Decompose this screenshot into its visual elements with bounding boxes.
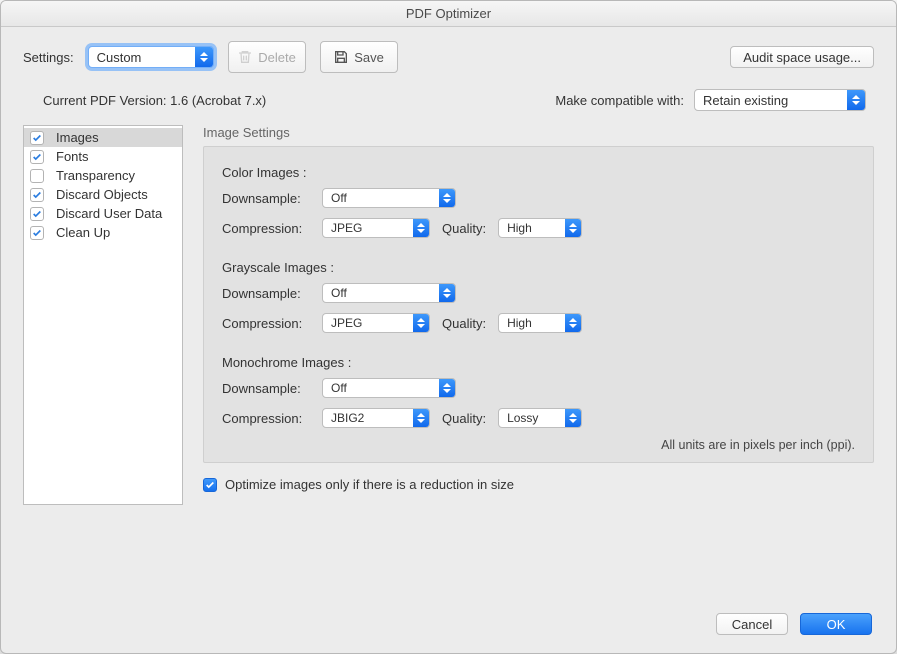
cancel-button[interactable]: Cancel bbox=[716, 613, 788, 635]
sidebar-checkbox[interactable] bbox=[30, 150, 44, 164]
downsample-label: Downsample: bbox=[222, 286, 310, 301]
quality-label: Quality: bbox=[442, 316, 486, 331]
mono-quality-select[interactable]: Lossy bbox=[498, 408, 582, 428]
settings-label: Settings: bbox=[23, 50, 74, 65]
sidebar-item-label: Fonts bbox=[56, 149, 89, 164]
delete-preset-button[interactable]: Delete bbox=[228, 41, 306, 73]
downsample-label: Downsample: bbox=[222, 191, 310, 206]
color-downsample-select[interactable]: Off bbox=[322, 188, 456, 208]
gray-quality-select[interactable]: High bbox=[498, 313, 582, 333]
image-settings-panel: Color Images : Downsample: Off Compressi… bbox=[203, 146, 874, 463]
sidebar-item-discard-user-data[interactable]: Discard User Data bbox=[24, 204, 182, 223]
chevrons-icon bbox=[565, 409, 581, 427]
sidebar-item-clean-up[interactable]: Clean Up bbox=[24, 223, 182, 242]
audit-space-usage-button[interactable]: Audit space usage... bbox=[730, 46, 874, 68]
panel-title: Image Settings bbox=[203, 125, 874, 140]
color-images-label: Color Images : bbox=[222, 165, 855, 180]
chevrons-icon bbox=[439, 379, 455, 397]
chevrons-icon bbox=[847, 90, 865, 110]
chevrons-icon bbox=[565, 219, 581, 237]
sidebar-checkbox[interactable] bbox=[30, 131, 44, 145]
grayscale-images-label: Grayscale Images : bbox=[222, 260, 855, 275]
color-quality-select[interactable]: High bbox=[498, 218, 582, 238]
mono-images-label: Monochrome Images : bbox=[222, 355, 855, 370]
optimize-reduction-label: Optimize images only if there is a reduc… bbox=[225, 477, 514, 492]
sidebar-item-label: Clean Up bbox=[56, 225, 110, 240]
floppy-icon bbox=[333, 49, 349, 65]
window-title: PDF Optimizer bbox=[1, 1, 896, 27]
sidebar-item-discard-objects[interactable]: Discard Objects bbox=[24, 185, 182, 204]
chevrons-icon bbox=[413, 314, 429, 332]
sidebar-checkbox[interactable] bbox=[30, 207, 44, 221]
color-compression-select[interactable]: JPEG bbox=[322, 218, 430, 238]
sidebar-item-label: Transparency bbox=[56, 168, 135, 183]
chevrons-icon bbox=[195, 47, 213, 67]
sidebar-checkbox[interactable] bbox=[30, 188, 44, 202]
chevrons-icon bbox=[565, 314, 581, 332]
chevrons-icon bbox=[413, 409, 429, 427]
chevrons-icon bbox=[413, 219, 429, 237]
compression-label: Compression: bbox=[222, 316, 310, 331]
mono-downsample-select[interactable]: Off bbox=[322, 378, 456, 398]
compression-label: Compression: bbox=[222, 221, 310, 236]
mono-compression-select[interactable]: JBIG2 bbox=[322, 408, 430, 428]
chevrons-icon bbox=[439, 189, 455, 207]
compression-label: Compression: bbox=[222, 411, 310, 426]
gray-downsample-select[interactable]: Off bbox=[322, 283, 456, 303]
downsample-label: Downsample: bbox=[222, 381, 310, 396]
sidebar-item-label: Discard User Data bbox=[56, 206, 162, 221]
sidebar-item-label: Discard Objects bbox=[56, 187, 148, 202]
pdf-optimizer-window: PDF Optimizer Settings: Custom Delete Sa… bbox=[0, 0, 897, 654]
ppi-note: All units are in pixels per inch (ppi). bbox=[222, 438, 855, 452]
save-preset-button[interactable]: Save bbox=[320, 41, 398, 73]
quality-label: Quality: bbox=[442, 221, 486, 236]
sidebar-item-images[interactable]: Images bbox=[24, 128, 182, 147]
category-sidebar: Images Fonts Transparency Discard Objects Di… bbox=[23, 125, 183, 505]
sidebar-checkbox[interactable] bbox=[30, 169, 44, 183]
trash-icon bbox=[237, 49, 253, 65]
gray-compression-select[interactable]: JPEG bbox=[322, 313, 430, 333]
quality-label: Quality: bbox=[442, 411, 486, 426]
compatibility-select[interactable]: Retain existing bbox=[694, 89, 866, 111]
settings-preset-select[interactable]: Custom bbox=[88, 46, 214, 68]
optimize-reduction-checkbox[interactable] bbox=[203, 478, 217, 492]
compatible-label: Make compatible with: bbox=[555, 93, 684, 108]
sidebar-item-label: Images bbox=[56, 130, 99, 145]
sidebar-checkbox[interactable] bbox=[30, 226, 44, 240]
sidebar-item-transparency[interactable]: Transparency bbox=[24, 166, 182, 185]
sidebar-item-fonts[interactable]: Fonts bbox=[24, 147, 182, 166]
chevrons-icon bbox=[439, 284, 455, 302]
ok-button[interactable]: OK bbox=[800, 613, 872, 635]
current-pdf-version: Current PDF Version: 1.6 (Acrobat 7.x) bbox=[43, 93, 266, 108]
